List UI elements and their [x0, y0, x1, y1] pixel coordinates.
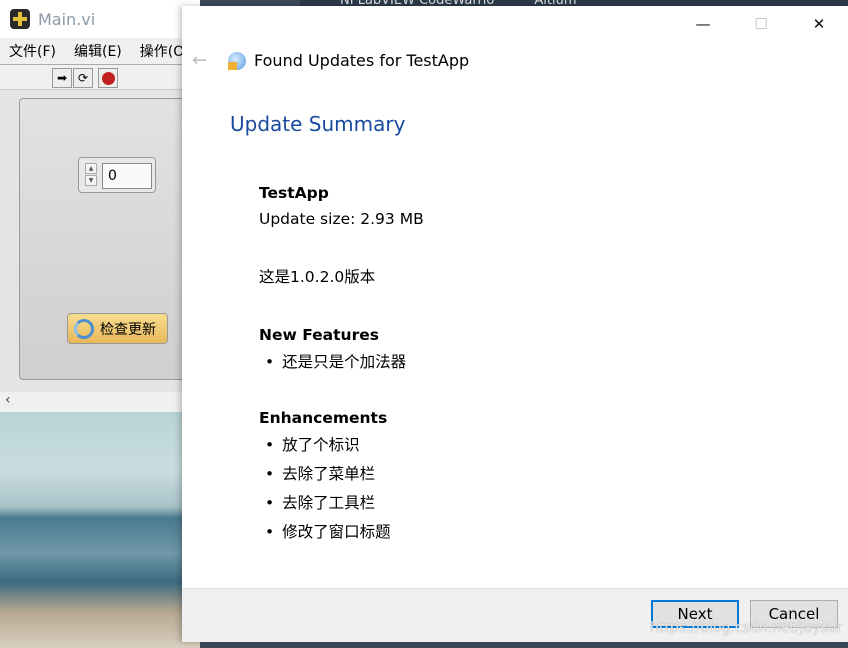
close-button[interactable]: ✕	[790, 6, 848, 42]
front-panel	[0, 90, 200, 392]
window-title: Main.vi	[38, 9, 96, 29]
minimize-button[interactable]: —	[674, 6, 732, 42]
menu-bar: 文件(F) 编辑(E) 操作(O	[0, 38, 200, 64]
check-update-button[interactable]: 检查更新	[67, 313, 168, 344]
feature-item: 还是只是个加法器	[259, 348, 424, 377]
check-update-label: 检查更新	[100, 321, 156, 338]
abort-icon[interactable]	[98, 68, 118, 88]
run-continuous-icon[interactable]: ⟳	[73, 68, 93, 88]
desktop-wallpaper	[0, 412, 200, 648]
enhancement-item: 放了个标识	[259, 431, 424, 460]
labview-window: Main.vi 文件(F) 编辑(E) 操作(O ➡ ⟳ ▲ ▼ 0 检查更新 ‹	[0, 0, 200, 412]
run-arrow-icon[interactable]: ➡	[52, 68, 72, 88]
update-globe-icon	[228, 51, 246, 70]
enhancement-item: 去除了菜单栏	[259, 460, 424, 489]
numeric-control: ▲ ▼ 0	[78, 157, 156, 193]
window-controls: — ☐ ✕	[674, 6, 848, 42]
labview-logo-icon	[10, 9, 30, 29]
summary-heading: Update Summary	[230, 112, 406, 136]
app-name: TestApp	[259, 184, 329, 202]
decrement-icon[interactable]: ▼	[85, 175, 97, 186]
version-note: 这是1.0.2.0版本	[259, 268, 376, 286]
watermark: https://blog.csdn.net/jaysur	[650, 620, 843, 636]
scroll-left-icon[interactable]: ‹	[5, 392, 11, 408]
menu-edit[interactable]: 编辑(E)	[74, 41, 122, 61]
new-features-heading: New Features	[259, 326, 379, 344]
back-arrow-icon[interactable]: ←	[192, 50, 228, 71]
enhancement-item: 修改了窗口标题	[259, 518, 424, 547]
dialog-header: ← Found Updates for TestApp	[192, 50, 469, 71]
maximize-button[interactable]: ☐	[732, 6, 790, 42]
enhancements-heading: Enhancements	[259, 409, 388, 427]
enhancement-item: 去除了工具栏	[259, 489, 424, 518]
dialog-title: Found Updates for TestApp	[254, 51, 470, 70]
numeric-input[interactable]: 0	[102, 163, 152, 189]
refresh-icon	[74, 318, 94, 339]
menu-operate[interactable]: 操作(O	[140, 41, 184, 61]
horizontal-scrollbar[interactable]: ‹	[0, 392, 200, 412]
menu-file[interactable]: 文件(F)	[9, 41, 56, 61]
toolbar: ➡ ⟳	[0, 64, 200, 90]
increment-icon[interactable]: ▲	[85, 163, 97, 174]
update-details: TestApp Update size: 2.93 MB 这是1.0.2.0版本…	[259, 180, 424, 547]
update-size: Update size: 2.93 MB	[259, 210, 424, 228]
title-bar: Main.vi	[0, 0, 200, 38]
update-dialog: — ☐ ✕ ← Found Updates for TestApp Update…	[182, 6, 848, 642]
